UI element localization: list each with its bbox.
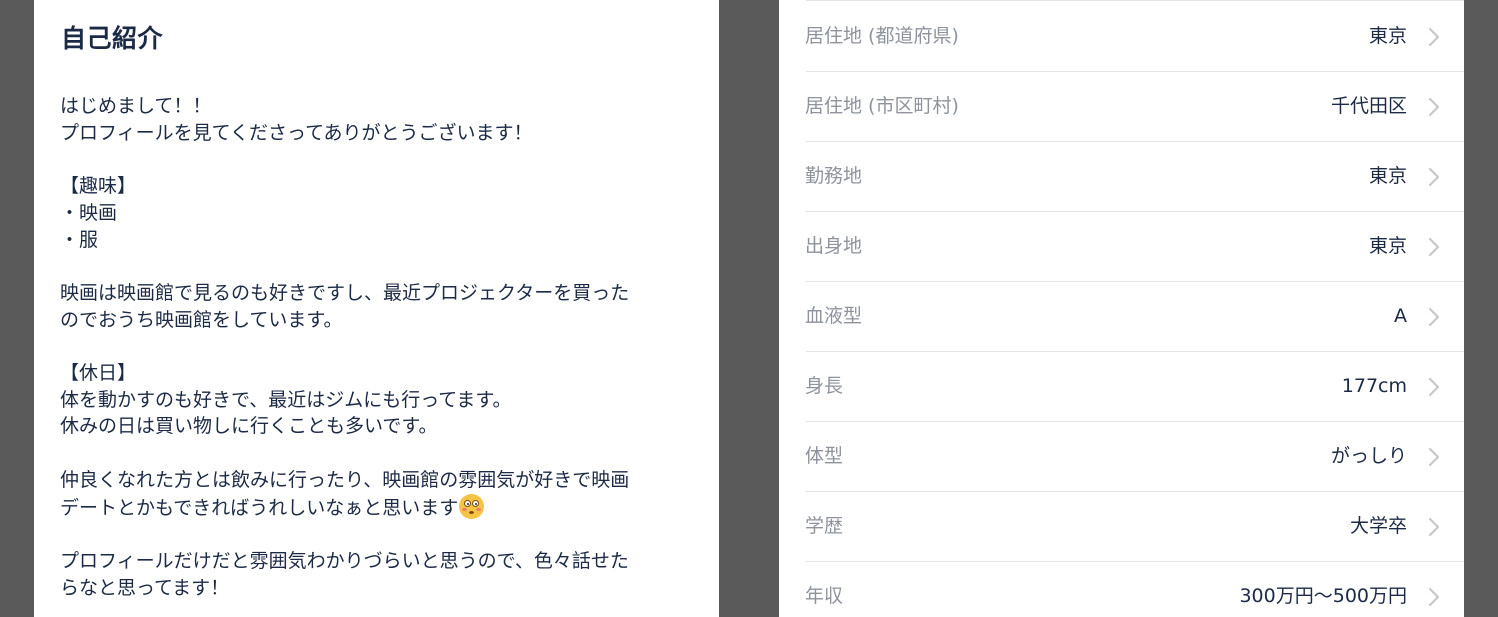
profile-row[interactable]: 居住地 (都道府県) 東京 (805, 2, 1464, 72)
hobby-item: ・服 (60, 228, 99, 251)
profile-row-label: 身長 (805, 375, 844, 397)
profile-row-value: 177cm (1341, 375, 1407, 397)
profile-row-label: 居住地 (都道府県) (805, 25, 959, 47)
flushed-face-emoji-icon (459, 493, 485, 519)
chevron-right-icon (1428, 587, 1440, 607)
profile-row[interactable]: 学歴 大学卒 (805, 492, 1464, 562)
chevron-right-icon (1428, 27, 1440, 47)
profile-row-value: 300万円〜500万円 (1239, 585, 1407, 607)
profile-row-label: 体型 (805, 445, 844, 467)
hobby-item: ・映画 (60, 201, 118, 224)
profile-row-value: 東京 (1368, 165, 1407, 187)
profile-row[interactable]: 体型 がっしり (805, 422, 1464, 492)
profile-row-label: 血液型 (805, 305, 863, 327)
intro-line: プロフィールだけだと雰囲気わかりづらいと思うので、色々話せた (60, 549, 629, 572)
chevron-right-icon (1428, 237, 1440, 257)
profile-row[interactable]: 血液型 A (805, 282, 1464, 352)
profile-row-label: 勤務地 (805, 165, 863, 187)
chevron-right-icon (1428, 517, 1440, 537)
intro-line: はじめまして！！ (60, 95, 212, 117)
profile-row-value: 千代田区 (1330, 95, 1407, 117)
profile-details-panel: 居住地 (都道府県) 東京 居住地 (市区町村) 千代田区 勤務地 東京 出身地… (779, 0, 1464, 617)
profile-row[interactable]: 出身地 東京 (805, 212, 1464, 282)
profile-row[interactable]: 居住地 (市区町村) 千代田区 (805, 72, 1464, 142)
intro-line: らなと思ってます！ (60, 576, 230, 599)
profile-list: 居住地 (都道府県) 東京 居住地 (市区町村) 千代田区 勤務地 東京 出身地… (779, 2, 1464, 617)
intro-line: デートとかもできればうれしいなぁと思います (60, 496, 459, 519)
intro-line: 休みの日は買い物しに行くことも多いです。 (60, 415, 438, 438)
profile-row[interactable]: 勤務地 東京 (805, 142, 1464, 212)
profile-row[interactable]: 年収 300万円〜500万円 (805, 562, 1464, 617)
profile-row-value: 東京 (1368, 235, 1407, 257)
chevron-right-icon (1428, 307, 1440, 327)
profile-row-label: 年収 (805, 585, 844, 607)
profile-row-label: 居住地 (市区町村) (805, 95, 959, 117)
holiday-heading: 【休日】 (60, 362, 137, 385)
intro-line: プロフィールを見てくださってありがとうございます！ (60, 121, 533, 144)
intro-line: 映画は映画館で見るのも好きですし、最近プロジェクターを買った (60, 281, 630, 304)
self-introduction-title: 自己紹介 (61, 24, 164, 53)
divider (806, 0, 1464, 1)
chevron-right-icon (1428, 447, 1440, 467)
profile-row-value: A (1394, 305, 1407, 327)
profile-row-label: 学歴 (805, 515, 844, 537)
intro-line: 仲良くなれた方とは飲みに行ったり、映画館の雰囲気が好きで映画 (60, 468, 630, 491)
profile-row-value: がっしり (1330, 445, 1407, 467)
profile-row[interactable]: 身長 177cm (805, 352, 1464, 422)
chevron-right-icon (1428, 97, 1440, 117)
self-introduction-text: はじめまして！！ プロフィールを見てくださってありがとうございます！ 【趣味】 … (60, 93, 700, 601)
profile-row-label: 出身地 (805, 235, 863, 257)
intro-line: のでおうち映画館をしています。 (60, 308, 343, 331)
chevron-right-icon (1428, 167, 1440, 187)
profile-row-value: 東京 (1368, 25, 1407, 47)
self-introduction-panel: 自己紹介 はじめまして！！ プロフィールを見てくださってありがとうございます！ … (34, 0, 719, 617)
hobby-heading: 【趣味】 (60, 175, 137, 198)
intro-line: 体を動かすのも好きで、最近はジムにも行ってます。 (60, 388, 512, 411)
chevron-right-icon (1428, 377, 1440, 397)
profile-row-value: 大学卒 (1349, 515, 1407, 537)
